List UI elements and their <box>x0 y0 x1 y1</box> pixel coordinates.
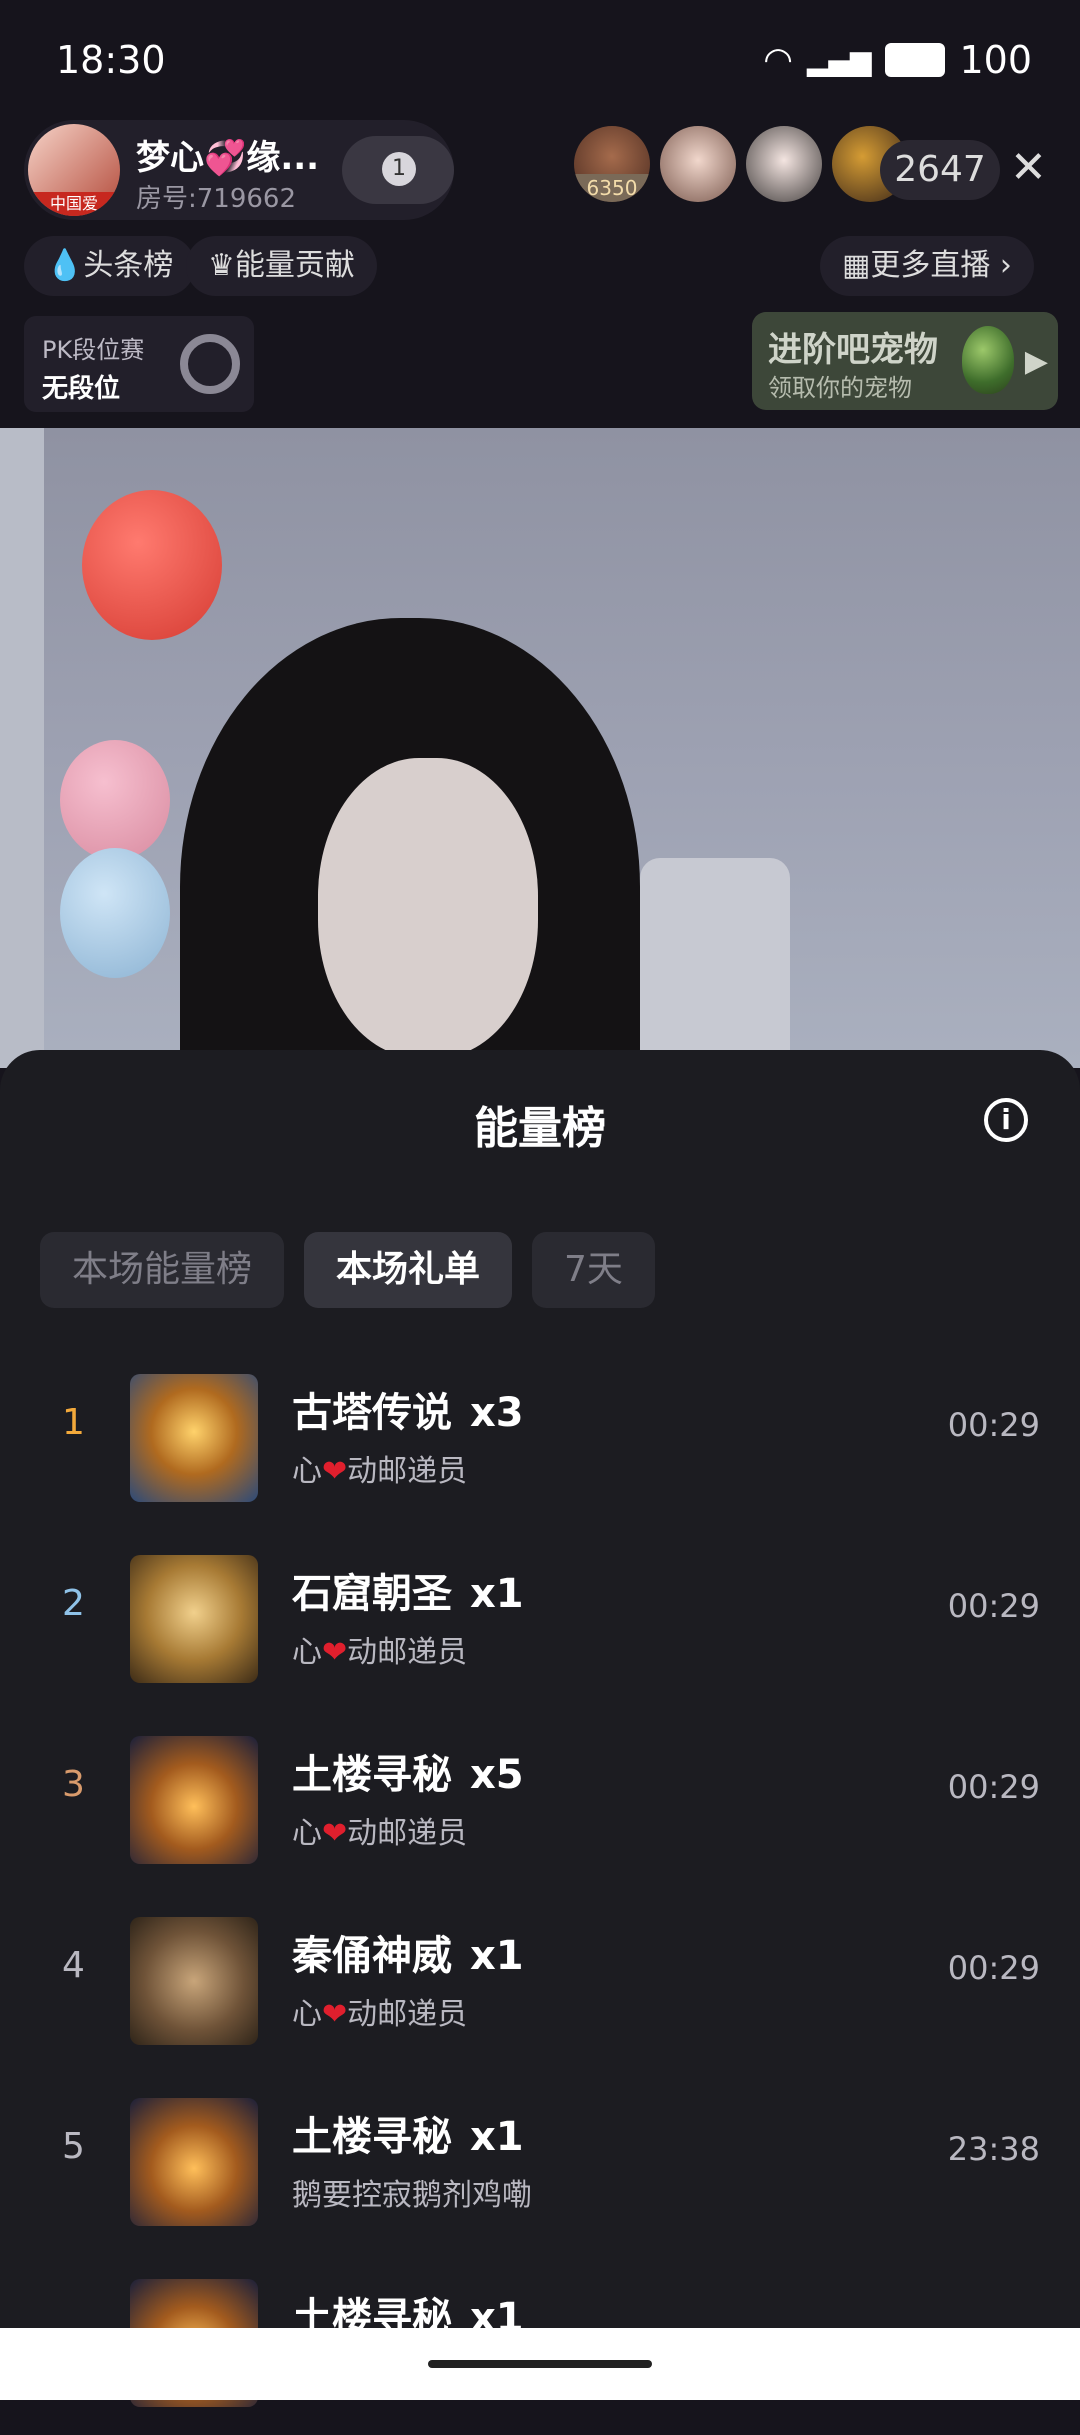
live-header: 中国爱 梦心💞缘... 房号:719662 1 6350 2647 ✕ 💧头条榜… <box>0 120 1080 420</box>
pet-subtitle: 领取你的宠物 <box>768 374 912 402</box>
gift-count: x1 <box>470 1571 524 1617</box>
close-icon[interactable]: ✕ <box>1010 142 1047 193</box>
headline-label: 头条榜 <box>83 248 174 283</box>
list-item[interactable]: 3 土楼寻秘 x5 心❤动邮递员 00:29 <box>0 1712 1080 1892</box>
pk-rank-card[interactable]: PK段位赛 无段位 <box>24 316 254 412</box>
chevron-right-icon: › <box>990 248 1012 283</box>
home-indicator[interactable] <box>428 2360 652 2368</box>
sender-name: 鹅要控寂鹅剂鸡嘞 <box>292 2178 532 2213</box>
host-avatar-tag: 中国爱 <box>28 192 120 216</box>
heart-icon: ❤ <box>322 1816 348 1851</box>
gift-time: 00:29 <box>947 1768 1040 1806</box>
list-item[interactable]: 2 石窟朝圣 x1 心❤动邮递员 00:29 <box>0 1531 1080 1711</box>
gift-count: x1 <box>470 1933 524 1979</box>
rank-number: 2 <box>62 1583 85 1624</box>
gift-time: 00:29 <box>947 1949 1040 1987</box>
pk-rank: 无段位 <box>42 374 121 404</box>
room-number: 房号:719662 <box>136 184 297 214</box>
gift-name: 土楼寻秘 x5 <box>292 1752 524 1798</box>
gift-thumbnail <box>130 1917 258 2045</box>
viewer-badge: 6350 <box>574 174 650 202</box>
gift-thumbnail <box>130 1555 258 1683</box>
list-item[interactable]: 5 土楼寻秘 x1 鹅要控寂鹅剂鸡嘞 23:38 <box>0 2074 1080 2254</box>
pet-banner[interactable]: 进阶吧宠物 领取你的宠物 ▶ <box>752 312 1058 410</box>
blue-balloon <box>60 848 170 978</box>
status-bar: 18:30 ◠ ▂▄▆ 100 <box>0 0 1080 120</box>
grid-icon: ▦ <box>842 248 871 283</box>
status-icons: ◠ ▂▄▆ 100 <box>763 38 1032 82</box>
gift-name: 古塔传说 x3 <box>292 1390 524 1436</box>
host-avatar[interactable]: 中国爱 <box>28 124 120 216</box>
info-icon[interactable]: i <box>984 1098 1028 1142</box>
gift-thumbnail <box>130 1736 258 1864</box>
status-time: 18:30 <box>56 38 166 82</box>
heart-icon: ❤ <box>322 1454 348 1489</box>
list-item[interactable]: 4 秦俑神威 x1 心❤动邮递员 00:29 <box>0 1893 1080 2073</box>
heart-icon: ❤ <box>322 1635 348 1670</box>
viewer-count[interactable]: 2647 <box>880 140 1000 200</box>
navigation-bar <box>0 2328 1080 2400</box>
more-live-label: 更多直播 <box>870 248 991 283</box>
gift-thumbnail <box>130 1374 258 1502</box>
sender-name: 心❤动邮递员 <box>292 1816 468 1851</box>
sender-name: 心❤动邮递员 <box>292 1454 468 1489</box>
play-arrow-icon: ▶ <box>1024 344 1048 379</box>
follow-badge[interactable]: 1 <box>342 136 454 204</box>
energy-rank-panel: 能量榜 i 本场能量榜 本场礼单 7天 1 古塔传说 x3 心❤动邮递员 00:2… <box>0 1050 1080 2407</box>
live-video[interactable] <box>0 428 1080 1068</box>
energy-chip[interactable]: ♛能量贡献 <box>186 236 377 296</box>
viewer-avatar[interactable] <box>660 126 736 202</box>
pk-rank-icon <box>180 334 240 394</box>
pet-title: 进阶吧宠物 <box>768 330 938 370</box>
host-info[interactable]: 中国爱 梦心💞缘... 房号:719662 1 <box>24 120 454 220</box>
streamer-face <box>318 758 538 1058</box>
host-name: 梦心💞缘... <box>136 138 320 178</box>
egg-icon <box>962 326 1014 394</box>
gift-name: 石窟朝圣 x1 <box>292 1571 524 1617</box>
gift-time: 00:29 <box>947 1587 1040 1625</box>
level-badge-icon: 1 <box>382 152 416 186</box>
rank-number: 5 <box>62 2126 85 2167</box>
signal-icon: ▂▄▆ <box>806 43 872 77</box>
energy-label: 能量贡献 <box>234 248 355 283</box>
headline-chip[interactable]: 💧头条榜 <box>24 236 196 296</box>
gift-time: 00:29 <box>947 1406 1040 1444</box>
gift-name: 土楼寻秘 x1 <box>292 2114 524 2160</box>
gift-name: 秦俑神威 x1 <box>292 1933 524 1979</box>
viewer-avatar[interactable]: 6350 <box>574 126 650 202</box>
chair <box>640 858 790 1068</box>
viewer-avatar[interactable] <box>746 126 822 202</box>
wall-edge <box>0 428 44 1068</box>
crown-icon: ♛ <box>208 248 235 283</box>
rank-number: 4 <box>62 1945 85 1986</box>
gift-count: x3 <box>470 1390 524 1436</box>
sender-name: 心❤动邮递员 <box>292 1997 468 2032</box>
drop-icon: 💧 <box>46 248 84 283</box>
tab-7-days[interactable]: 7天 <box>532 1232 655 1308</box>
gift-thumbnail <box>130 2098 258 2226</box>
tab-session-gifts[interactable]: 本场礼单 <box>304 1232 513 1308</box>
battery-level: 100 <box>959 38 1032 82</box>
heart-icon: ❤ <box>322 1997 348 2032</box>
pink-balloon <box>60 740 170 860</box>
wifi-icon: ◠ <box>763 40 793 80</box>
panel-title: 能量榜 <box>474 1103 606 1154</box>
gift-count: x1 <box>470 2114 524 2160</box>
gift-count: x5 <box>470 1752 524 1798</box>
list-item[interactable]: 1 古塔传说 x3 心❤动邮递员 00:29 <box>0 1350 1080 1530</box>
rank-tabs: 本场能量榜 本场礼单 7天 <box>40 1232 655 1308</box>
pk-title: PK段位赛 <box>42 336 145 364</box>
tab-session-energy[interactable]: 本场能量榜 <box>40 1232 285 1308</box>
rank-number: 3 <box>62 1764 85 1805</box>
rank-number: 1 <box>62 1402 85 1443</box>
more-live-chip[interactable]: ▦更多直播 › <box>820 236 1034 296</box>
sender-name: 心❤动邮递员 <box>292 1635 468 1670</box>
gift-time: 23:38 <box>947 2130 1040 2168</box>
viewer-avatars: 6350 <box>574 126 908 202</box>
battery-icon <box>885 43 946 77</box>
red-balloon <box>82 490 222 640</box>
